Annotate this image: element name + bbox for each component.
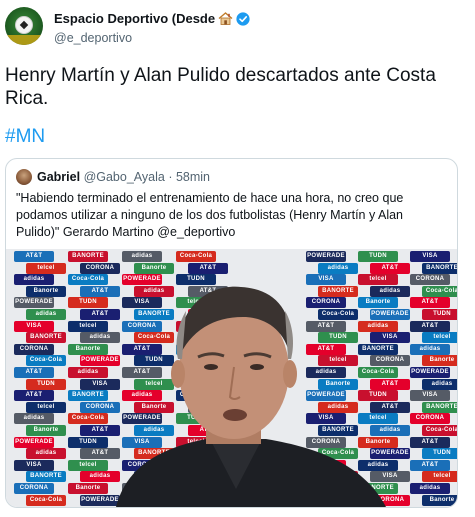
- verified-badge-icon: [236, 11, 250, 26]
- tweet-text: Henry Martín y Alan Pulido descartados a…: [5, 65, 436, 109]
- tweet: Espacio Deportivo (Desde @e_deportivo He…: [0, 0, 475, 517]
- author-name[interactable]: Espacio Deportivo (Desde: [54, 11, 215, 26]
- house-icon: [218, 12, 233, 25]
- author-handle[interactable]: @e_deportivo: [54, 31, 132, 45]
- quote-video-still[interactable]: AT&T BANORTE adidas Coca-Cola POWERADE TUDN VI…: [6, 249, 457, 507]
- speaker-image: [116, 286, 386, 507]
- quote-author-name[interactable]: Gabriel: [37, 170, 80, 184]
- quote-author-handle[interactable]: @Gabo_Ayala: [84, 170, 165, 184]
- quoted-tweet[interactable]: Gabriel @Gabo_Ayala · 58min "Habiendo te…: [5, 158, 458, 508]
- quote-header: Gabriel @Gabo_Ayala · 58min: [37, 170, 210, 184]
- quote-separator: ·: [168, 170, 173, 184]
- quote-text: "Habiendo terminado el entrenamiento de …: [16, 191, 404, 239]
- author-name-row[interactable]: Espacio Deportivo (Desde: [54, 11, 250, 26]
- quote-time[interactable]: 58min: [176, 170, 210, 184]
- hashtag-link[interactable]: #MN: [5, 126, 45, 148]
- quote-author-avatar[interactable]: [16, 169, 32, 185]
- author-avatar[interactable]: [5, 7, 43, 45]
